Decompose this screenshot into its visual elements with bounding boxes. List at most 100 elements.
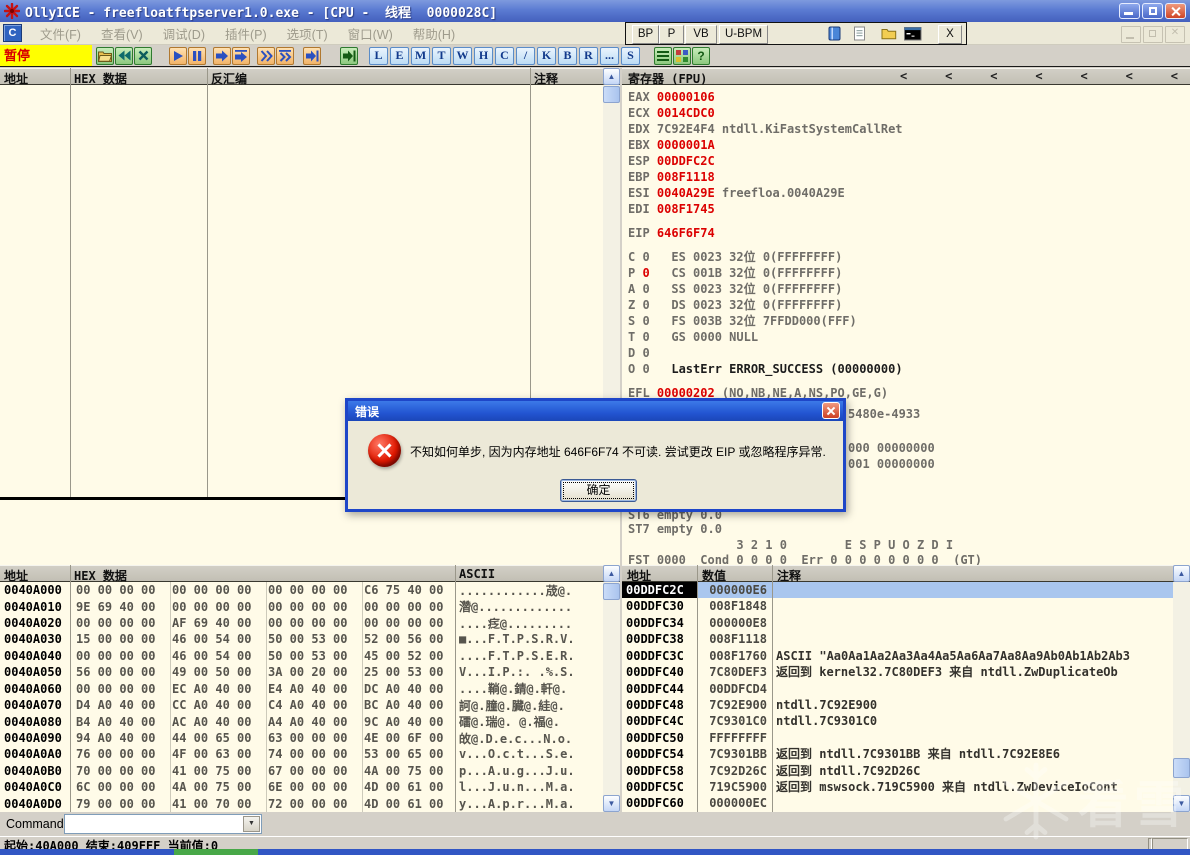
- run-button[interactable]: [169, 46, 187, 65]
- cpu-child-icon[interactable]: C: [3, 24, 22, 42]
- toolbar-letter-button-L[interactable]: L: [369, 46, 388, 65]
- child-close-button[interactable]: ✕: [1165, 26, 1185, 43]
- stack-row-00DDFC54[interactable]: 00DDFC54 7C9301BB 返回到 ntdll.7C9301BB 来自 nt…: [622, 746, 1173, 762]
- hexdump-row-0040A010[interactable]: 0040A010 9E 69 40 00 00 00 00 00 00 00 00 0…: [0, 598, 603, 615]
- animate-over-button[interactable]: [276, 46, 294, 65]
- child-minimize-button[interactable]: [1121, 26, 1141, 43]
- hexdump-scrollbar[interactable]: [603, 582, 620, 796]
- stack-row-00DDFC48[interactable]: 00DDFC48 7C92E900 ntdll.7C92E900: [622, 697, 1173, 713]
- stack-row-00DDFC5C[interactable]: 00DDFC5C 719C5900 返回到 mswsock.719C5900 来自 …: [622, 779, 1173, 795]
- step-into-button[interactable]: [213, 46, 231, 65]
- toolbar-letter-button-R[interactable]: R: [579, 46, 598, 65]
- hexdump-row-0040A080[interactable]: 0040A080 B4 A0 40 00 AC A0 40 00 A4 A0 40 0…: [0, 713, 603, 730]
- open-file-button[interactable]: [96, 46, 114, 65]
- hexdump-row-0040A000[interactable]: 0040A000 00 00 00 00 00 00 00 00 00 00 00 0…: [0, 582, 603, 598]
- registers-unfold-icon[interactable]: <: [990, 69, 997, 83]
- command-dropdown-icon[interactable]: ▼: [243, 816, 260, 832]
- hexdump-row-0040A090[interactable]: 0040A090 94 A0 40 00 44 00 65 00 63 00 00 0…: [0, 730, 603, 746]
- go-to-user-code-button[interactable]: [340, 46, 358, 65]
- menu-item-4[interactable]: 选项(T): [277, 21, 338, 46]
- registers-unfold-icon[interactable]: <: [1126, 69, 1133, 83]
- bp-button[interactable]: BP: [632, 25, 659, 44]
- disasm-scroll-thumb[interactable]: [603, 86, 620, 103]
- appearance-icon[interactable]: [673, 46, 691, 65]
- register-line[interactable]: 001 00000000: [848, 457, 935, 471]
- register-line[interactable]: T 0 GS 0000 NULL: [628, 330, 758, 344]
- hexdump-scroll-up-icon[interactable]: ▲: [603, 565, 620, 582]
- menu-item-6[interactable]: 帮助(H): [403, 21, 465, 46]
- register-line[interactable]: EBX 0000001A: [628, 138, 715, 152]
- toolbar-letter-button-B[interactable]: B: [558, 46, 577, 65]
- hexdump-row-0040A0A0[interactable]: 0040A0A0 76 00 00 00 4F 00 63 00 74 00 00 0…: [0, 746, 603, 762]
- toolbar-letter-button-M[interactable]: M: [411, 46, 430, 65]
- options-icon[interactable]: [654, 46, 672, 65]
- toolbar-letter-button-H[interactable]: H: [474, 46, 493, 65]
- error-dialog-titlebar[interactable]: 错误: [348, 401, 843, 421]
- register-line[interactable]: A 0 SS 0023 32位 0(FFFFFFFF): [628, 282, 842, 296]
- stack-scroll-thumb[interactable]: [1173, 758, 1190, 778]
- child-restore-button[interactable]: [1143, 26, 1163, 43]
- notebook-icon[interactable]: [823, 25, 845, 42]
- register-line[interactable]: ESI 0040A29E freefloa.0040A29E: [628, 186, 845, 200]
- execute-till-return-button[interactable]: [303, 46, 321, 65]
- registers-unfold-icon[interactable]: <: [1081, 69, 1088, 83]
- restart-button[interactable]: [115, 46, 133, 65]
- hexdump-row-0040A0B0[interactable]: 0040A0B0 70 00 00 00 41 00 75 00 67 00 00 0…: [0, 763, 603, 779]
- vb-button[interactable]: VB: [685, 25, 717, 44]
- registers-unfold-icon[interactable]: <: [945, 69, 952, 83]
- register-line[interactable]: ECX 0014CDC0: [628, 106, 715, 120]
- toolbar-letter-button-E[interactable]: E: [390, 46, 409, 65]
- stack-row-00DDFC50[interactable]: 00DDFC50 FFFFFFFF: [622, 730, 1173, 746]
- toolbar-letter-button-/[interactable]: /: [516, 46, 535, 65]
- stack-row-00DDFC44[interactable]: 00DDFC44 00DDFCD4: [622, 681, 1173, 697]
- step-over-button[interactable]: [232, 46, 250, 65]
- restore-button[interactable]: [1142, 3, 1163, 19]
- hexdump-scroll-thumb[interactable]: [603, 583, 620, 600]
- toolbar-letter-button-C[interactable]: C: [495, 46, 514, 65]
- minimize-button[interactable]: [1119, 3, 1140, 19]
- help-icon[interactable]: ?: [692, 46, 710, 65]
- animate-into-button[interactable]: [257, 46, 275, 65]
- register-line[interactable]: D 0: [628, 346, 650, 360]
- stack-row-00DDFC30[interactable]: 00DDFC30 008F1848: [622, 598, 1173, 614]
- register-line[interactable]: 5480e-4933: [848, 407, 920, 421]
- register-line[interactable]: Z 0 DS 0023 32位 0(FFFFFFFF): [628, 298, 842, 312]
- stack-row-00DDFC3C[interactable]: 00DDFC3C 008F1760 ASCII "Aa0Aa1Aa2Aa3Aa4Aa…: [622, 648, 1173, 664]
- menu-item-2[interactable]: 调试(D): [153, 21, 215, 46]
- stack-row-00DDFC34[interactable]: 00DDFC34 000000E8: [622, 615, 1173, 631]
- disasm-scroll-up-icon[interactable]: ▲: [603, 68, 620, 85]
- toolbar-letter-button-S[interactable]: S: [621, 46, 640, 65]
- hexdump-row-0040A020[interactable]: 0040A020 00 00 00 00 AF 69 40 00 00 00 00 0…: [0, 615, 603, 631]
- register-line[interactable]: S 0 FS 003B 32位 7FFDD000(FFF): [628, 314, 857, 328]
- register-line[interactable]: EDX 7C92E4F4 ntdll.KiFastSystemCallRet: [628, 122, 903, 136]
- stack-row-00DDFC60[interactable]: 00DDFC60 000000EC: [622, 795, 1173, 811]
- plugin-close-button[interactable]: X: [938, 25, 962, 44]
- register-line[interactable]: 3 2 1 0 E S P U O Z D I: [628, 538, 953, 552]
- menu-item-3[interactable]: 插件(P): [215, 21, 277, 46]
- registers-unfold-icon[interactable]: <: [900, 69, 907, 83]
- register-line[interactable]: P 0 CS 001B 32位 0(FFFFFFFF): [628, 266, 842, 280]
- toolbar-letter-button-W[interactable]: W: [453, 46, 472, 65]
- toolbar-letter-button-K[interactable]: K: [537, 46, 556, 65]
- stack-row-00DDFC38[interactable]: 00DDFC38 008F1118: [622, 631, 1173, 647]
- stack-row-00DDFC4C[interactable]: 00DDFC4C 7C9301C0 ntdll.7C9301C0: [622, 713, 1173, 729]
- register-line[interactable]: ESP 00DDFC2C: [628, 154, 715, 168]
- stack-scroll-down-icon[interactable]: ▼: [1173, 795, 1190, 812]
- register-line[interactable]: EDI 008F1745: [628, 202, 715, 216]
- notepad-icon[interactable]: [849, 25, 871, 42]
- registers-unfold-icon[interactable]: <: [1171, 69, 1178, 83]
- register-line[interactable]: EBP 008F1118: [628, 170, 715, 184]
- hexdump-row-0040A0D0[interactable]: 0040A0D0 79 00 00 00 41 00 70 00 72 00 00 0…: [0, 795, 603, 811]
- hexdump-row-0040A030[interactable]: 0040A030 15 00 00 00 46 00 54 00 50 00 53 0…: [0, 631, 603, 647]
- command-input[interactable]: ▼: [64, 814, 262, 834]
- ok-button[interactable]: 确定: [560, 479, 637, 502]
- hexdump-row-0040A050[interactable]: 0040A050 56 00 00 00 49 00 50 00 3A 00 20 0…: [0, 664, 603, 680]
- registers-unfold-icon[interactable]: <: [1035, 69, 1042, 83]
- menu-item-1[interactable]: 查看(V): [91, 21, 153, 46]
- hexdump-row-0040A0C0[interactable]: 0040A0C0 6C 00 00 00 4A 00 75 00 6E 00 00 0…: [0, 779, 603, 795]
- register-line[interactable]: O 0 LastErr ERROR_SUCCESS (00000000): [628, 362, 903, 376]
- menu-item-0[interactable]: 文件(F): [30, 21, 91, 46]
- register-line[interactable]: EIP 646F6F74: [628, 226, 715, 240]
- hexdump-row-0040A040[interactable]: 0040A040 00 00 00 00 46 00 54 00 50 00 53 0…: [0, 648, 603, 664]
- hexdump-row-0040A060[interactable]: 0040A060 00 00 00 00 EC A0 40 00 E4 A0 40 0…: [0, 681, 603, 697]
